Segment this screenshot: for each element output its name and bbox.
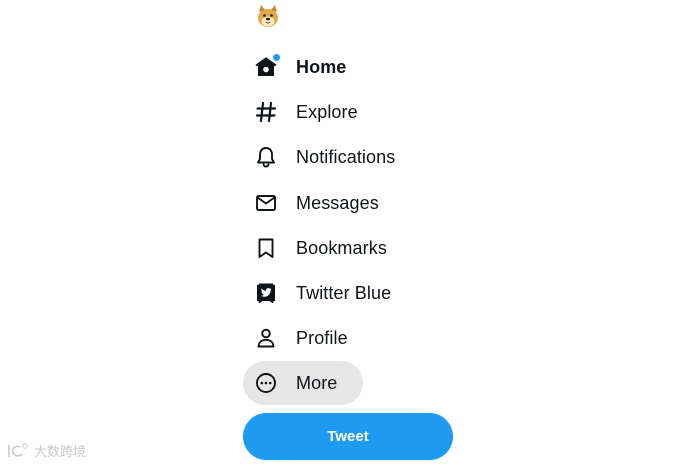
sidebar-item-messages[interactable]: Messages (243, 181, 393, 225)
twitter-blue-icon (253, 280, 279, 306)
sidebar-item-label: Messages (296, 192, 379, 213)
sidebar-item-bookmarks[interactable]: Bookmarks (243, 226, 401, 270)
sidebar-item-more[interactable]: More (243, 361, 363, 405)
sidebar-item-home[interactable]: Home (243, 45, 360, 89)
hashtag-icon (253, 99, 279, 125)
watermark: 大数跨境 (6, 441, 86, 460)
home-icon (253, 53, 281, 80)
sidebar-item-label: Twitter Blue (296, 282, 392, 303)
sidebar-item-notifications[interactable]: Notifications (243, 135, 409, 179)
sidebar-item-label: Profile (296, 327, 348, 348)
sidebar-item-profile[interactable]: Profile (243, 316, 362, 360)
envelope-icon (253, 190, 279, 216)
doge-avatar-icon[interactable] (255, 3, 281, 29)
sidebar-item-label: More (296, 372, 338, 393)
sidebar-item-label: Notifications (296, 146, 396, 167)
sidebar-item-label: Home (296, 56, 347, 77)
sidebar-nav: Home Explore Notifications Messages Book… (243, 0, 473, 467)
sidebar-item-explore[interactable]: Explore (243, 90, 372, 134)
bell-icon (253, 144, 279, 170)
more-circle-icon (253, 370, 279, 396)
app-window: Home Explore Notifications Messages Book… (0, 0, 694, 467)
bookmark-icon (253, 235, 279, 261)
watermark-text: 大数跨境 (34, 444, 87, 459)
sidebar-item-label: Bookmarks (296, 237, 387, 258)
watermark-logo-icon (6, 442, 30, 460)
sidebar-item-twitter-blue[interactable]: Twitter Blue (243, 271, 405, 315)
tweet-button[interactable]: Tweet (243, 413, 453, 460)
sidebar-item-label: Explore (296, 101, 358, 122)
person-icon (253, 325, 279, 351)
notification-dot (272, 53, 281, 62)
